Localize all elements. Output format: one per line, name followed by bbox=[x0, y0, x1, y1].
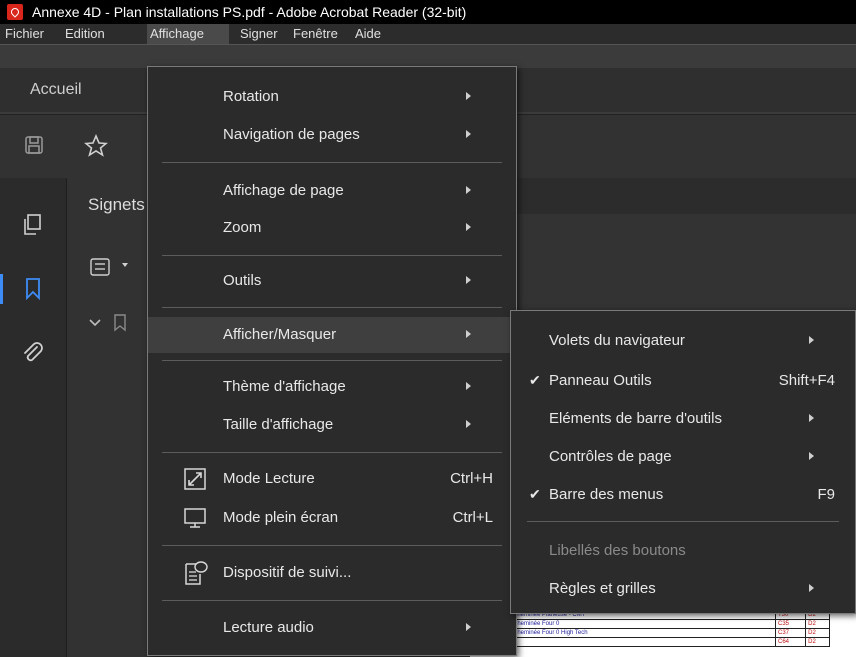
menu-affichage[interactable]: Affichage bbox=[147, 24, 229, 44]
menu-item-elements-barre-outils[interactable]: Eléments de barre d'outils bbox=[511, 403, 855, 435]
menu-separator bbox=[162, 255, 502, 256]
menu-separator bbox=[162, 600, 502, 601]
menu-item-rotation[interactable]: Rotation bbox=[148, 81, 516, 113]
active-indicator bbox=[0, 274, 3, 304]
submenu-arrow-icon bbox=[809, 452, 814, 460]
submenu-arrow-icon bbox=[809, 336, 814, 344]
menu-item-libelles-boutons: Libellés des boutons bbox=[549, 542, 686, 559]
save-icon[interactable] bbox=[24, 135, 44, 155]
menu-signer[interactable]: Signer bbox=[237, 24, 281, 44]
reading-mode-icon bbox=[184, 468, 206, 490]
menu-item-theme-affichage[interactable]: Thème d'affichage bbox=[148, 371, 516, 403]
table-row: C64 D2 bbox=[510, 637, 830, 647]
attachment-icon[interactable] bbox=[21, 341, 45, 365]
menu-item-zoom[interactable]: Zoom bbox=[148, 212, 516, 244]
tab-home[interactable]: Accueil bbox=[30, 81, 82, 99]
menu-separator bbox=[162, 452, 502, 453]
submenu-arrow-icon bbox=[466, 186, 471, 194]
submenu-arrow-icon bbox=[466, 92, 471, 100]
dropdown-arrow-icon[interactable] bbox=[122, 263, 128, 267]
submenu-arrow-icon bbox=[809, 414, 814, 422]
checkmark-icon: ✔ bbox=[529, 486, 541, 502]
bookmark-icon[interactable] bbox=[25, 278, 41, 300]
view-menu: Rotation Navigation de pages Affichage d… bbox=[147, 66, 517, 656]
title-bar: Annexe 4D - Plan installations PS.pdf - … bbox=[0, 0, 856, 24]
menu-item-taille-affichage[interactable]: Taille d'affichage bbox=[148, 409, 516, 441]
submenu-arrow-icon bbox=[466, 420, 471, 428]
tracker-icon bbox=[185, 561, 208, 585]
menu-item-mode-plein-ecran[interactable]: Mode plein écran Ctrl+L bbox=[148, 502, 516, 534]
menu-item-volets-navigateur[interactable]: Volets du navigateur bbox=[511, 325, 855, 357]
table-row: Cheminée Four 0 C35 D2 bbox=[510, 619, 830, 629]
menu-separator bbox=[527, 521, 839, 522]
menu-item-dispositif-suivi[interactable]: Dispositif de suivi... bbox=[148, 557, 516, 589]
menu-item-outils[interactable]: Outils bbox=[148, 265, 516, 297]
menu-separator bbox=[162, 545, 502, 546]
submenu-arrow-icon bbox=[809, 584, 814, 592]
menu-item-barre-menus[interactable]: ✔ Barre des menus F9 bbox=[511, 479, 855, 511]
left-rail bbox=[0, 178, 67, 657]
menu-fichier[interactable]: Fichier bbox=[2, 24, 47, 44]
submenu-arrow-icon bbox=[466, 130, 471, 138]
menu-separator bbox=[162, 162, 502, 163]
menu-item-controles-page[interactable]: Contrôles de page bbox=[511, 441, 855, 473]
table-row: Cheminée Four 0 High Tech C37 D2 bbox=[510, 628, 830, 638]
menu-item-regles-grilles[interactable]: Règles et grilles bbox=[511, 573, 855, 605]
menu-item-mode-lecture[interactable]: Mode Lecture Ctrl+H bbox=[148, 463, 516, 495]
menu-item-affichage-page[interactable]: Affichage de page bbox=[148, 175, 516, 207]
pages-icon[interactable] bbox=[22, 214, 42, 236]
menu-aide[interactable]: Aide bbox=[352, 24, 384, 44]
submenu-arrow-icon bbox=[466, 382, 471, 390]
checkmark-icon: ✔ bbox=[529, 372, 541, 388]
pdf-table: Cheminée Planeuse - CMT T30 D2 Cheminée Fo… bbox=[510, 610, 830, 647]
menu-separator bbox=[162, 307, 502, 308]
chevron-down-icon[interactable] bbox=[88, 318, 102, 328]
menu-item-afficher-masquer[interactable]: Afficher/Masquer bbox=[148, 317, 516, 353]
star-icon[interactable] bbox=[84, 134, 108, 158]
menu-item-navigation-pages[interactable]: Navigation de pages bbox=[148, 119, 516, 151]
menu-bar: Fichier Edition Affichage Signer Fenêtre… bbox=[0, 24, 856, 45]
menu-item-panneau-outils[interactable]: ✔ Panneau Outils Shift+F4 bbox=[511, 365, 855, 397]
show-hide-submenu: Volets du navigateur ✔ Panneau Outils Sh… bbox=[510, 310, 856, 614]
bookmark-options-icon[interactable] bbox=[90, 258, 112, 276]
fullscreen-icon bbox=[184, 508, 206, 528]
acrobat-icon bbox=[7, 4, 23, 20]
submenu-arrow-icon bbox=[466, 276, 471, 284]
panel-title: Signets bbox=[88, 195, 145, 214]
submenu-arrow-icon bbox=[466, 623, 471, 631]
window-title: Annexe 4D - Plan installations PS.pdf - … bbox=[32, 4, 467, 20]
bookmark-item-icon bbox=[114, 314, 126, 332]
submenu-arrow-icon bbox=[466, 223, 471, 231]
menu-fenetre[interactable]: Fenêtre bbox=[290, 24, 341, 44]
menu-separator bbox=[162, 360, 502, 361]
menu-item-lecture-audio[interactable]: Lecture audio bbox=[148, 612, 516, 644]
menu-edition[interactable]: Edition bbox=[62, 24, 108, 44]
submenu-arrow-icon bbox=[466, 330, 471, 338]
